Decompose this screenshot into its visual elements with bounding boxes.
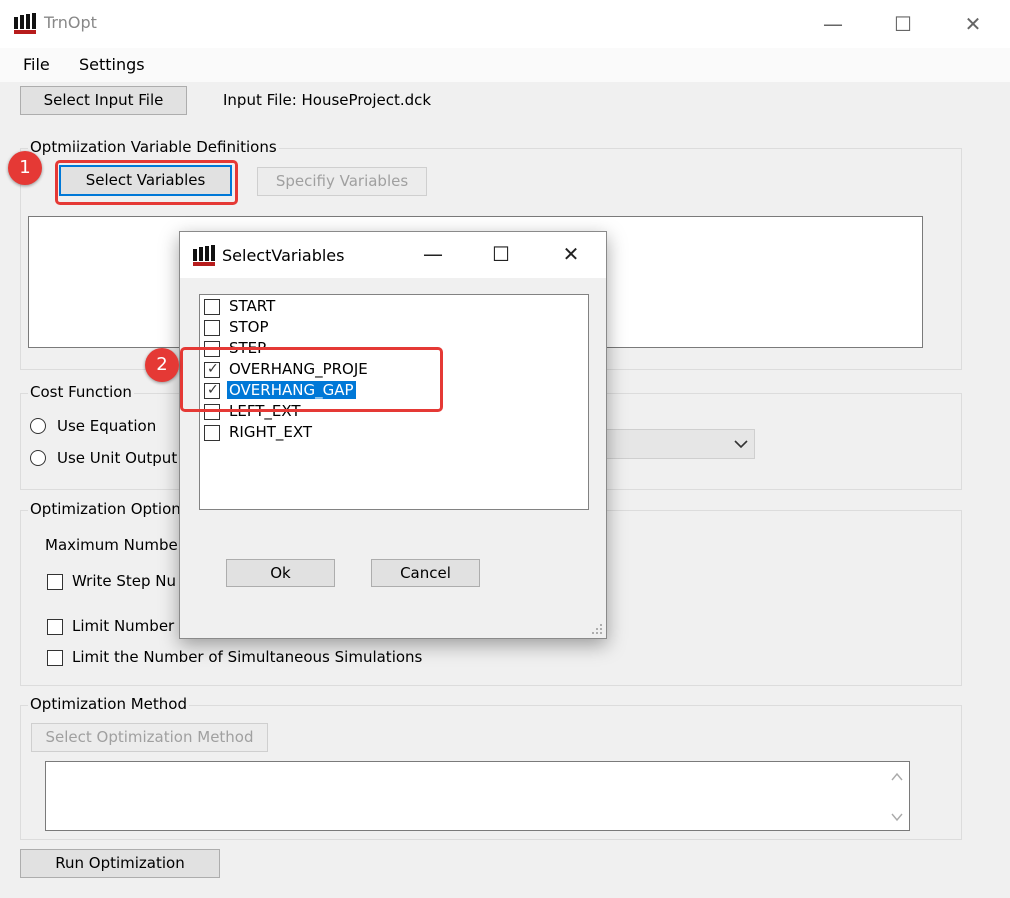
annotation-box-1: [55, 160, 238, 205]
write-step-label: Write Step Nu: [72, 572, 177, 590]
chevron-up-icon[interactable]: [891, 772, 903, 782]
optimization-options-label: Optimization Option: [28, 500, 183, 518]
use-equation-label: Use Equation: [57, 417, 157, 435]
write-step-checkbox[interactable]: [47, 574, 63, 590]
window-title: TrnOpt: [44, 13, 97, 32]
trnsys-bars-icon: [193, 245, 215, 266]
max-number-label: Maximum Number: [45, 536, 184, 554]
select-optimization-method-button[interactable]: Select Optimization Method: [31, 723, 268, 752]
select-variables-dialog: SelectVariables — ☐ ✕ START STOP STEP ✓ …: [179, 231, 607, 639]
dialog-title: SelectVariables: [222, 246, 345, 265]
stop-checkbox[interactable]: [204, 320, 220, 336]
select-input-file-button[interactable]: Select Input File: [20, 86, 187, 115]
limit-simultaneous-checkbox[interactable]: [47, 650, 63, 666]
minimize-button[interactable]: —: [818, 10, 848, 38]
limit-simultaneous-label: Limit the Number of Simultaneous Simulat…: [72, 648, 423, 666]
right-ext-checkbox[interactable]: [204, 425, 220, 441]
annotation-marker-1: 1: [8, 151, 42, 185]
limit-number-checkbox[interactable]: [47, 619, 63, 635]
use-unit-output-radio[interactable]: [30, 450, 46, 466]
annotation-box-2: [180, 347, 443, 412]
menu-bar: [0, 48, 1010, 82]
optimization-method-label: Optimization Method: [28, 695, 189, 713]
menu-settings[interactable]: Settings: [79, 55, 145, 74]
input-file-label: Input File: HouseProject.dck: [223, 91, 432, 109]
chevron-down-icon: [734, 440, 748, 449]
annotation-marker-2: 2: [145, 348, 179, 382]
variables-group-label: Optmiization Variable Definitions: [28, 138, 279, 156]
close-button[interactable]: ✕: [958, 10, 988, 38]
method-textbox[interactable]: [45, 761, 910, 831]
specify-variables-button[interactable]: Specifiy Variables: [257, 167, 427, 196]
cancel-button[interactable]: Cancel: [371, 559, 480, 587]
chevron-down-icon[interactable]: [891, 812, 903, 822]
ok-button[interactable]: Ok: [226, 559, 335, 587]
unit-output-combo[interactable]: [600, 429, 755, 459]
maximize-button[interactable]: ☐: [888, 10, 918, 38]
use-equation-radio[interactable]: [30, 418, 46, 434]
resize-grip-icon[interactable]: [591, 623, 603, 635]
dialog-minimize-button[interactable]: —: [418, 240, 448, 268]
start-checkbox[interactable]: [204, 299, 220, 315]
cost-function-label: Cost Function: [28, 383, 134, 401]
menu-file[interactable]: File: [23, 55, 50, 74]
use-unit-output-label: Use Unit Output: [57, 449, 178, 467]
limit-number-label: Limit Number: [72, 617, 175, 635]
title-bar: [0, 0, 1010, 48]
trnsys-bars-icon: [14, 13, 36, 34]
run-optimization-button[interactable]: Run Optimization: [20, 849, 220, 878]
dialog-close-button[interactable]: ✕: [556, 240, 586, 268]
dialog-maximize-button[interactable]: ☐: [486, 240, 516, 268]
